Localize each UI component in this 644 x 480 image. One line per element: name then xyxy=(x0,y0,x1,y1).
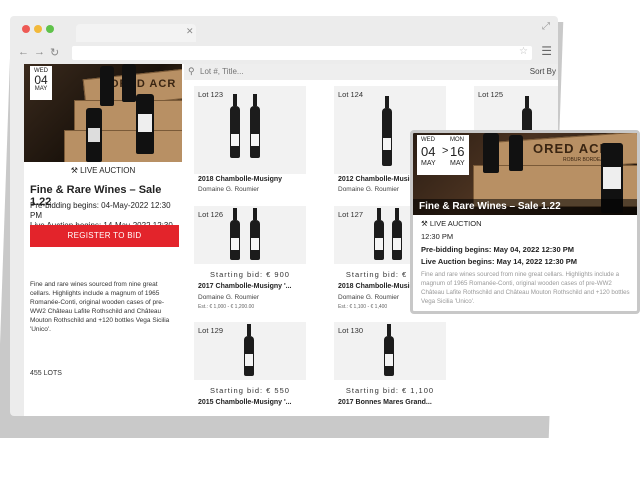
zoom-title-bar: Fine & Rare Wines – Sale 1.22 xyxy=(413,199,637,215)
lot-number: Lot 124 xyxy=(338,90,364,99)
hero-crate-text: ORED ACR xyxy=(110,78,177,90)
zoom-live-begins: Live Auction begins: May 14, 2022 12:30 … xyxy=(421,257,578,266)
lot-title[interactable]: 2015 Chambolle-Musigny '... xyxy=(198,399,291,406)
back-icon[interactable]: ← xyxy=(18,46,29,58)
lot-number: Lot 126 xyxy=(198,210,224,219)
date-month: MAY xyxy=(34,86,48,92)
lot-image xyxy=(194,86,306,174)
starting-bid: Starting bid: € 1,100 xyxy=(345,386,435,395)
starting-bid: Starting bid: € 900 xyxy=(210,270,290,279)
minimize-window-button[interactable] xyxy=(34,25,42,33)
zoom-description: Fine and rare wines sourced from nine gr… xyxy=(421,271,630,305)
lot-card[interactable]: Lot 130 Starting bid: € 1,100 2017 Bonne… xyxy=(334,322,446,416)
lot-title[interactable]: 2017 Chambolle-Musigny '... xyxy=(198,283,291,290)
from-day: 04 xyxy=(421,144,436,159)
address-bar[interactable]: ☆ xyxy=(72,46,532,60)
maximize-window-button[interactable] xyxy=(46,25,54,33)
date-arrow: > xyxy=(442,145,449,157)
search-icon: ⚲ xyxy=(188,66,195,76)
to-day: 16 xyxy=(450,144,465,159)
live-auction-row: ⚒ LIVE AUCTION xyxy=(24,166,182,175)
lot-title[interactable]: 2018 Chambolle-Musigny xyxy=(198,176,282,183)
lot-number: Lot 127 xyxy=(338,210,364,219)
lot-estimate: Est.: € 1,000 - € 1,200.00 xyxy=(198,304,255,310)
lot-producer: Domaine G. Roumier xyxy=(198,186,260,193)
lot-number: Lot 129 xyxy=(198,326,224,335)
fullscreen-icon[interactable]: ⤢ xyxy=(542,21,550,32)
gavel-icon: ⚒ xyxy=(421,219,428,228)
zoom-crate-text: ORED ACR xyxy=(533,141,610,156)
lot-card[interactable]: Lot 126 Starting bid: € 900 2017 Chambol… xyxy=(194,206,306,326)
to-month: MAY xyxy=(450,160,465,167)
browser-navbar: ← → ↻ ☆ ☰ xyxy=(10,42,558,64)
lot-card[interactable]: Lot 129 Starting bid: € 550 2015 Chambol… xyxy=(194,322,306,416)
zoom-prebidding: Pre-bidding begins: May 04, 2022 12:30 P… xyxy=(421,245,574,254)
zoom-date-range: WED 04 MAY > MON 16 MAY xyxy=(417,135,469,175)
gavel-icon: ⚒ xyxy=(70,166,78,175)
sale-date-badge: WED 04 MAY xyxy=(30,66,52,100)
lot-estimate: Est.: € 1,100 - € 1,400 xyxy=(338,304,388,310)
sort-by-dropdown[interactable]: Sort By xyxy=(530,67,556,76)
sale-sidebar: ORED ACR WED 04 MAY ⚒ LIVE AUCTION Fine … xyxy=(24,64,182,416)
zoom-live-label: LIVE AUCTION xyxy=(429,219,482,228)
register-to-bid-button[interactable]: REGISTER TO BID xyxy=(30,225,179,247)
lots-count: 455 LOTS xyxy=(30,370,62,377)
browser-menu-icon[interactable]: ☰ xyxy=(541,44,552,58)
lot-number: Lot 125 xyxy=(478,90,504,99)
live-auction-label: LIVE AUCTION xyxy=(80,166,136,175)
lot-card[interactable]: Lot 123 2018 Chambolle-Musigny Domaine G… xyxy=(194,86,306,196)
zoom-time: 12:30 PM xyxy=(421,232,454,241)
lot-producer: Domaine G. Roumier xyxy=(198,294,260,301)
close-window-button[interactable] xyxy=(22,25,30,33)
sale-detail-card[interactable]: ORED ACR ROBUR BORDEAUX WED 04 MAY > MON… xyxy=(410,130,640,314)
browser-tab[interactable] xyxy=(76,24,196,42)
starting-bid: Starting bid: € 550 xyxy=(210,386,290,395)
lot-number: Lot 123 xyxy=(198,90,224,99)
reload-icon[interactable]: ↻ xyxy=(50,46,59,59)
zoom-sale-title: Fine & Rare Wines – Sale 1.22 xyxy=(419,201,561,212)
lot-title[interactable]: 2017 Bonnes Mares Grand... xyxy=(338,399,432,406)
zoom-live-row: ⚒ LIVE AUCTION xyxy=(421,219,482,228)
browser-titlebar: ✕ ⤢ xyxy=(10,16,558,42)
lot-number: Lot 130 xyxy=(338,326,364,335)
tab-close-icon[interactable]: ✕ xyxy=(186,26,194,37)
zoom-hero-image: ORED ACR ROBUR BORDEAUX WED 04 MAY > MON… xyxy=(413,133,637,215)
date-day: 04 xyxy=(34,73,48,87)
from-dow: WED xyxy=(421,137,435,143)
lot-producer: Domaine G. Roumier xyxy=(338,294,400,301)
to-dow: MON xyxy=(450,137,464,143)
sale-hero-image: ORED ACR WED 04 MAY xyxy=(24,64,182,162)
lot-producer: Domaine G. Roumier xyxy=(338,186,400,193)
from-month: MAY xyxy=(421,160,436,167)
search-bar: ⚲ Sort By xyxy=(184,64,558,80)
sale-description: Fine and rare wines sourced from nine gr… xyxy=(30,281,170,333)
search-input[interactable] xyxy=(200,67,400,76)
bookmark-star-icon[interactable]: ☆ xyxy=(519,46,528,57)
forward-icon[interactable]: → xyxy=(34,46,45,58)
prebidding-text: Pre-bidding begins: 04-May-2022 12:30 PM xyxy=(30,201,171,220)
